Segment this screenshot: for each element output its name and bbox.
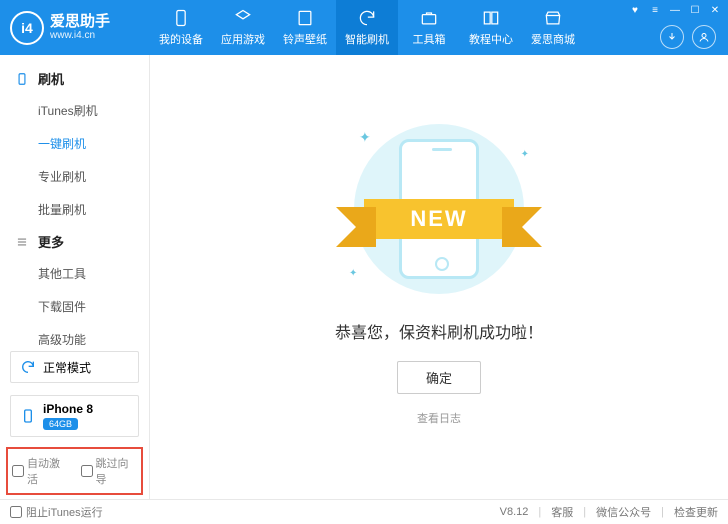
flash-options-highlight: 自动激活 跳过向导 [6, 447, 143, 495]
brand-logo-icon: i4 [10, 11, 44, 45]
user-button[interactable] [692, 25, 716, 49]
nav-flash[interactable]: 智能刷机 [336, 0, 398, 55]
mode-selector[interactable]: 正常模式 [10, 351, 139, 383]
download-button[interactable] [660, 25, 684, 49]
settings-icon[interactable]: ♥ [628, 3, 642, 17]
support-link[interactable]: 客服 [551, 504, 573, 520]
refresh-icon [357, 8, 377, 28]
nav-toolbox[interactable]: 工具箱 [398, 0, 460, 55]
nav-ringtone[interactable]: 铃声壁纸 [274, 0, 336, 55]
title-bar: i4 爱思助手 www.i4.cn 我的设备 应用游戏 铃声壁纸 智能刷机 工具… [0, 0, 728, 55]
device-selector[interactable]: iPhone 8 64GB [10, 395, 139, 437]
book-icon [481, 8, 501, 28]
confirm-button[interactable]: 确定 [397, 361, 481, 394]
sidebar: 刷机 iTunes刷机 一键刷机 专业刷机 批量刷机 更多 其他工具 下载固件 … [0, 55, 150, 499]
block-itunes-checkbox[interactable]: 阻止iTunes运行 [10, 504, 103, 520]
window-controls: ♥ ≡ — ☐ ✕ [628, 3, 722, 17]
minimize-button[interactable]: — [668, 3, 682, 17]
nav-tutorial[interactable]: 教程中心 [460, 0, 522, 55]
sidebar-section-flash: 刷机 [0, 63, 149, 94]
device-name: iPhone 8 [43, 402, 93, 416]
list-icon [14, 234, 30, 250]
sidebar-item-itunes-flash[interactable]: iTunes刷机 [0, 94, 149, 127]
storage-badge: 64GB [43, 418, 78, 430]
check-update-link[interactable]: 检查更新 [674, 504, 718, 520]
nav-devices[interactable]: 我的设备 [150, 0, 212, 55]
sidebar-item-advanced[interactable]: 高级功能 [0, 323, 149, 345]
skip-wizard-checkbox[interactable]: 跳过向导 [81, 455, 138, 487]
brand-url: www.i4.cn [50, 31, 110, 41]
phone-icon [19, 407, 37, 425]
view-log-link[interactable]: 查看日志 [417, 410, 461, 426]
sidebar-item-onekey-flash[interactable]: 一键刷机 [0, 127, 149, 160]
nav-store[interactable]: 爱思商城 [522, 0, 584, 55]
phone-icon [14, 71, 30, 87]
success-illustration: ✦ ✦ ✦ NEW [339, 119, 539, 299]
version-label: V8.12 [500, 506, 529, 518]
success-message: 恭喜您，保资料刷机成功啦！ [335, 319, 543, 343]
new-ribbon: NEW [339, 199, 539, 239]
sidebar-item-batch-flash[interactable]: 批量刷机 [0, 193, 149, 226]
toolbox-icon [419, 8, 439, 28]
star-icon: ✦ [359, 129, 371, 146]
auto-activate-checkbox[interactable]: 自动激活 [12, 455, 69, 487]
menu-icon[interactable]: ≡ [648, 3, 662, 17]
close-button[interactable]: ✕ [708, 3, 722, 17]
brand: i4 爱思助手 www.i4.cn [0, 11, 150, 45]
refresh-icon [19, 358, 37, 376]
nav-apps[interactable]: 应用游戏 [212, 0, 274, 55]
main-content: ✦ ✦ ✦ NEW 恭喜您，保资料刷机成功啦！ 确定 查看日志 [150, 55, 728, 499]
phone-icon [171, 8, 191, 28]
sidebar-item-pro-flash[interactable]: 专业刷机 [0, 160, 149, 193]
sidebar-section-more: 更多 [0, 226, 149, 257]
maximize-button[interactable]: ☐ [688, 3, 702, 17]
apps-icon [233, 8, 253, 28]
music-icon [295, 8, 315, 28]
wechat-link[interactable]: 微信公众号 [596, 504, 651, 520]
sidebar-item-download-fw[interactable]: 下载固件 [0, 290, 149, 323]
sidebar-item-other-tools[interactable]: 其他工具 [0, 257, 149, 290]
store-icon [543, 8, 563, 28]
star-icon: ✦ [521, 149, 529, 160]
star-icon: ✦ [349, 268, 357, 279]
brand-name: 爱思助手 [50, 14, 110, 29]
status-bar: 阻止iTunes运行 V8.12 | 客服 | 微信公众号 | 检查更新 [0, 499, 728, 524]
